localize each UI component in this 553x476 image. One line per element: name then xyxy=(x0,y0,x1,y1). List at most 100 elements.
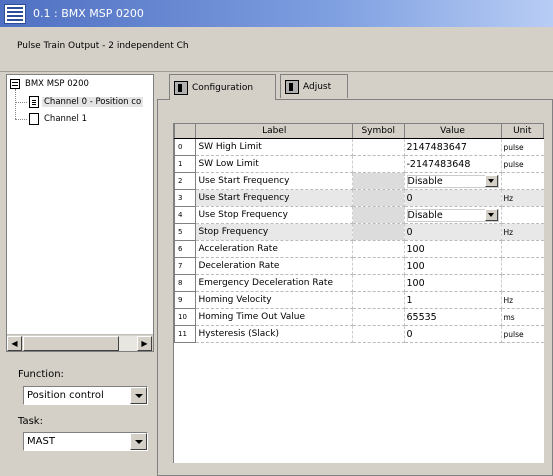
task-select[interactable]: MAST xyxy=(23,432,148,451)
module-description: Pulse Train Output - 2 independent Ch xyxy=(17,41,189,51)
parameter-value[interactable]: 0 xyxy=(404,189,502,207)
row-number: 6 xyxy=(173,240,197,258)
parameter-label: Use Start Frequency xyxy=(195,189,353,207)
parameter-symbol[interactable] xyxy=(352,206,405,224)
parameter-value[interactable]: 0 xyxy=(404,223,502,241)
table-row: 11 Hysteresis (Slack) 0 pulse xyxy=(173,325,544,343)
table-row: 9 Homing Velocity 1 Hz xyxy=(173,291,544,309)
parameter-symbol[interactable] xyxy=(352,155,405,173)
parameter-unit xyxy=(501,274,544,292)
row-number: 4 xyxy=(173,206,197,224)
parameter-symbol[interactable] xyxy=(352,325,405,343)
parameter-value[interactable]: 100 xyxy=(404,257,502,275)
parameter-symbol[interactable] xyxy=(352,291,405,309)
parameter-label: Hysteresis (Slack) xyxy=(195,325,353,343)
dropdown-button[interactable] xyxy=(484,209,498,221)
parameter-symbol[interactable] xyxy=(352,257,405,275)
parameter-label: Homing Velocity xyxy=(195,291,353,309)
row-number-header xyxy=(173,123,197,139)
parameter-label: SW High Limit xyxy=(195,138,353,156)
parameter-symbol[interactable] xyxy=(352,189,405,207)
scroll-right-button[interactable]: ▶ xyxy=(137,336,152,351)
parameter-symbol[interactable] xyxy=(352,172,405,190)
parameter-value[interactable]: 100 xyxy=(404,240,502,258)
parameter-value[interactable]: 1 xyxy=(404,291,502,309)
table-row: 10 Homing Time Out Value 65535 ms xyxy=(173,308,544,326)
channel-tree: BMX MSP 0200 Channel 0 - Position co Cha… xyxy=(6,74,154,352)
parameter-unit: Hz xyxy=(501,291,544,309)
tab-label: Adjust xyxy=(303,81,332,92)
parameter-unit: Hz xyxy=(501,189,544,207)
tree-root-label: BMX MSP 0200 xyxy=(25,79,89,89)
row-number: 5 xyxy=(173,223,197,241)
row-number: 3 xyxy=(173,189,197,207)
parameter-value[interactable]: 2147483647 xyxy=(404,138,502,156)
parameter-symbol[interactable] xyxy=(352,138,405,156)
parameter-unit xyxy=(501,172,544,190)
table-row: 6 Acceleration Rate 100 xyxy=(173,240,544,258)
task-value: MAST xyxy=(27,436,55,447)
arrow-right-icon: ▶ xyxy=(141,339,148,348)
parameter-unit: pulse xyxy=(501,138,544,156)
parameter-unit: ms xyxy=(501,308,544,326)
parameter-label: SW Low Limit xyxy=(195,155,353,173)
table-row: 4 Use Stop Frequency Disable xyxy=(173,206,544,224)
parameter-label: Use Start Frequency xyxy=(195,172,353,190)
parameter-value[interactable]: Disable xyxy=(404,206,502,224)
module-icon xyxy=(4,3,26,24)
chevron-down-icon xyxy=(488,179,494,183)
tree-horizontal-scrollbar[interactable]: ◀ ▶ xyxy=(7,334,153,351)
parameter-label: Homing Time Out Value xyxy=(195,308,353,326)
parameter-value[interactable]: 0 xyxy=(404,325,502,343)
channel-document-icon xyxy=(29,113,39,125)
function-label: Function: xyxy=(18,369,64,380)
parameter-grid: Label Symbol Value Unit 0 SW High Limit … xyxy=(173,123,544,463)
tab-configuration[interactable]: Configuration xyxy=(169,74,276,100)
channel-document-icon xyxy=(29,96,39,108)
tree-connector xyxy=(15,102,27,103)
table-row: 5 Stop Frequency 0 Hz xyxy=(173,223,544,241)
task-label: Task: xyxy=(18,416,43,427)
tree-root[interactable]: BMX MSP 0200 xyxy=(10,77,91,91)
tree-item-channel-0[interactable]: Channel 0 - Position co xyxy=(29,95,144,109)
parameter-label: Emergency Deceleration Rate xyxy=(195,274,353,292)
function-select[interactable]: Position control xyxy=(23,386,148,405)
column-header-symbol[interactable]: Symbol xyxy=(351,123,405,139)
parameter-symbol[interactable] xyxy=(352,240,405,258)
value-dropdown[interactable]: Disable xyxy=(406,208,499,222)
value-dropdown-text: Disable xyxy=(407,209,443,221)
scroll-thumb[interactable] xyxy=(23,336,119,351)
column-header-value[interactable]: Value xyxy=(403,123,502,139)
scroll-left-button[interactable]: ◀ xyxy=(7,336,22,351)
dropdown-button[interactable] xyxy=(130,387,147,404)
arrow-left-icon: ◀ xyxy=(11,339,18,348)
parameter-value[interactable]: Disable xyxy=(404,172,502,190)
parameter-symbol[interactable] xyxy=(352,223,405,241)
table-row: 7 Deceleration Rate 100 xyxy=(173,257,544,275)
row-number: 10 xyxy=(173,308,197,326)
chevron-down-icon xyxy=(134,393,143,398)
chevron-down-icon xyxy=(134,439,143,444)
value-dropdown[interactable]: Disable xyxy=(406,174,499,188)
value-dropdown-text: Disable xyxy=(407,175,443,187)
parameter-symbol[interactable] xyxy=(352,308,405,326)
window-title: 0.1 : BMX MSP 0200 xyxy=(33,7,144,20)
parameter-symbol[interactable] xyxy=(352,274,405,292)
parameter-table: Label Symbol Value Unit 0 SW High Limit … xyxy=(173,123,544,343)
row-number: 8 xyxy=(173,274,197,292)
tab-adjust[interactable]: Adjust xyxy=(280,74,348,98)
parameter-label: Acceleration Rate xyxy=(195,240,353,258)
title-bar: 0.1 : BMX MSP 0200 xyxy=(0,0,553,27)
parameter-value[interactable]: 100 xyxy=(404,274,502,292)
tree-connector xyxy=(15,89,16,119)
parameter-label: Use Stop Frequency xyxy=(195,206,353,224)
parameter-value[interactable]: -2147483648 xyxy=(404,155,502,173)
function-value: Position control xyxy=(27,390,104,401)
column-header-label[interactable]: Label xyxy=(195,123,353,139)
parameter-value[interactable]: 65535 xyxy=(404,308,502,326)
tree-item-channel-1[interactable]: Channel 1 xyxy=(29,112,89,126)
parameter-unit xyxy=(501,206,544,224)
dropdown-button[interactable] xyxy=(484,175,498,187)
dropdown-button[interactable] xyxy=(130,433,147,450)
column-header-unit[interactable]: Unit xyxy=(500,123,544,139)
